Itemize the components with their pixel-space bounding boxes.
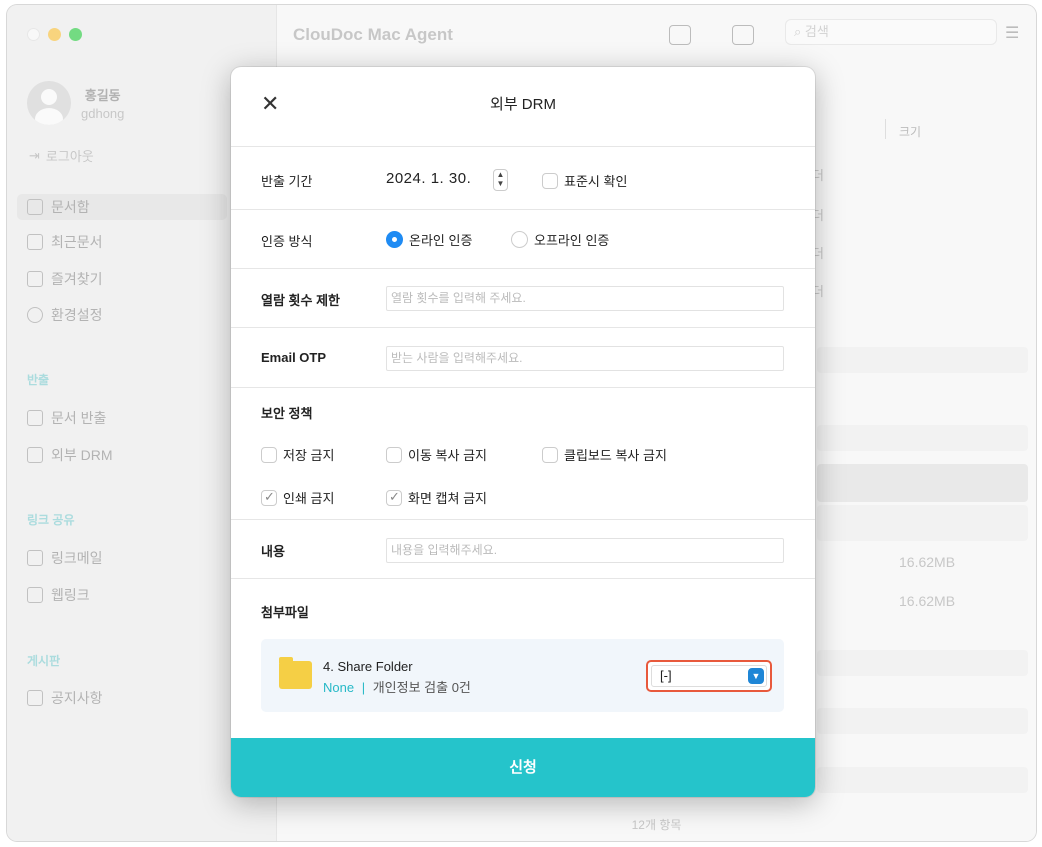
submit-button[interactable]: 신청 xyxy=(231,738,815,797)
external-drm-dialog: ✕ 외부 DRM 반출 기간 2024. 1. 30. ▲ ▼ 표준시 확인 인증… xyxy=(231,67,815,797)
policy-no-screen-capture[interactable]: 화면 캡쳐 금지 xyxy=(386,488,487,507)
meta-separator: | xyxy=(361,680,366,695)
export-period-row: 반출 기간 2024. 1. 30. ▲ ▼ 표준시 확인 xyxy=(231,148,815,210)
dialog-title: 외부 DRM xyxy=(490,96,556,113)
policy-no-save[interactable]: 저장 금지 xyxy=(261,445,334,464)
policy-no-print[interactable]: 인쇄 금지 xyxy=(261,488,334,507)
auth-method-row: 인증 방식 온라인 인증 오프라인 인증 xyxy=(231,210,815,269)
view-limit-input[interactable]: 열람 횟수를 입력해 주세요. xyxy=(386,286,784,311)
radio-selected[interactable] xyxy=(386,231,403,248)
checkbox-box[interactable] xyxy=(542,446,558,463)
attachment-status: None xyxy=(323,680,355,695)
checkbox-box[interactable] xyxy=(261,489,277,506)
view-limit-row: 열람 횟수 제한 열람 횟수를 입력해 주세요. xyxy=(231,269,815,328)
view-limit-label: 열람 횟수 제한 xyxy=(261,293,340,308)
security-policy-row: 보안 정책 저장 금지 이동 복사 금지 클립보드 복사 금지 인쇄 금지 화면… xyxy=(231,388,815,520)
attachment-item: 4. Share Folder None | 개인정보 검출 0건 [-] ▼ xyxy=(261,639,784,712)
standard-time-checkbox[interactable]: 표준시 확인 xyxy=(542,171,627,190)
checkbox-box[interactable] xyxy=(386,489,402,506)
attachment-privacy: 개인정보 검출 0건 xyxy=(372,680,471,695)
select-value: [-] xyxy=(660,668,672,683)
attachment-select-highlight: [-] ▼ xyxy=(646,660,772,692)
content-input[interactable]: 내용을 입력해주세요. xyxy=(386,538,784,563)
checkbox-box[interactable] xyxy=(261,446,277,463)
policy-label: 화면 캡쳐 금지 xyxy=(408,491,487,506)
date-stepper[interactable]: ▲ ▼ xyxy=(493,169,508,191)
attachment-name: 4. Share Folder xyxy=(323,659,413,674)
attachment-option-select[interactable]: [-] ▼ xyxy=(651,665,767,687)
radio-unselected[interactable] xyxy=(511,231,528,248)
security-policy-label: 보안 정책 xyxy=(261,406,313,421)
chevron-down-icon: ▼ xyxy=(748,668,764,684)
content-label: 내용 xyxy=(261,544,285,559)
email-otp-input[interactable]: 받는 사람을 입력해주세요. xyxy=(386,346,784,371)
auth-online-radio[interactable]: 온라인 인증 xyxy=(386,230,472,249)
attachment-label: 첨부파일 xyxy=(261,605,309,620)
auth-method-label: 인증 방식 xyxy=(261,234,313,249)
export-period-date[interactable]: 2024. 1. 30. xyxy=(386,170,471,187)
auth-offline-radio[interactable]: 오프라인 인증 xyxy=(511,230,609,249)
email-otp-label: Email OTP xyxy=(261,350,327,365)
policy-label: 인쇄 금지 xyxy=(283,491,335,506)
checkbox-box[interactable] xyxy=(542,172,558,189)
folder-icon xyxy=(279,657,312,689)
export-period-label: 반출 기간 xyxy=(261,174,313,189)
policy-no-clipboard[interactable]: 클립보드 복사 금지 xyxy=(542,445,667,464)
policy-label: 이동 복사 금지 xyxy=(408,448,487,463)
policy-label: 저장 금지 xyxy=(283,448,335,463)
policy-no-move-copy[interactable]: 이동 복사 금지 xyxy=(386,445,487,464)
standard-time-label: 표준시 확인 xyxy=(564,174,628,189)
auth-offline-label: 오프라인 인증 xyxy=(534,233,610,248)
auth-online-label: 온라인 인증 xyxy=(409,233,473,248)
content-row: 내용 내용을 입력해주세요. xyxy=(231,520,815,579)
checkbox-box[interactable] xyxy=(386,446,402,463)
dialog-header: ✕ 외부 DRM xyxy=(231,67,815,147)
attachment-meta: None | 개인정보 검출 0건 xyxy=(323,677,471,696)
email-otp-row: Email OTP 받는 사람을 입력해주세요. xyxy=(231,328,815,388)
policy-label: 클립보드 복사 금지 xyxy=(564,448,667,463)
